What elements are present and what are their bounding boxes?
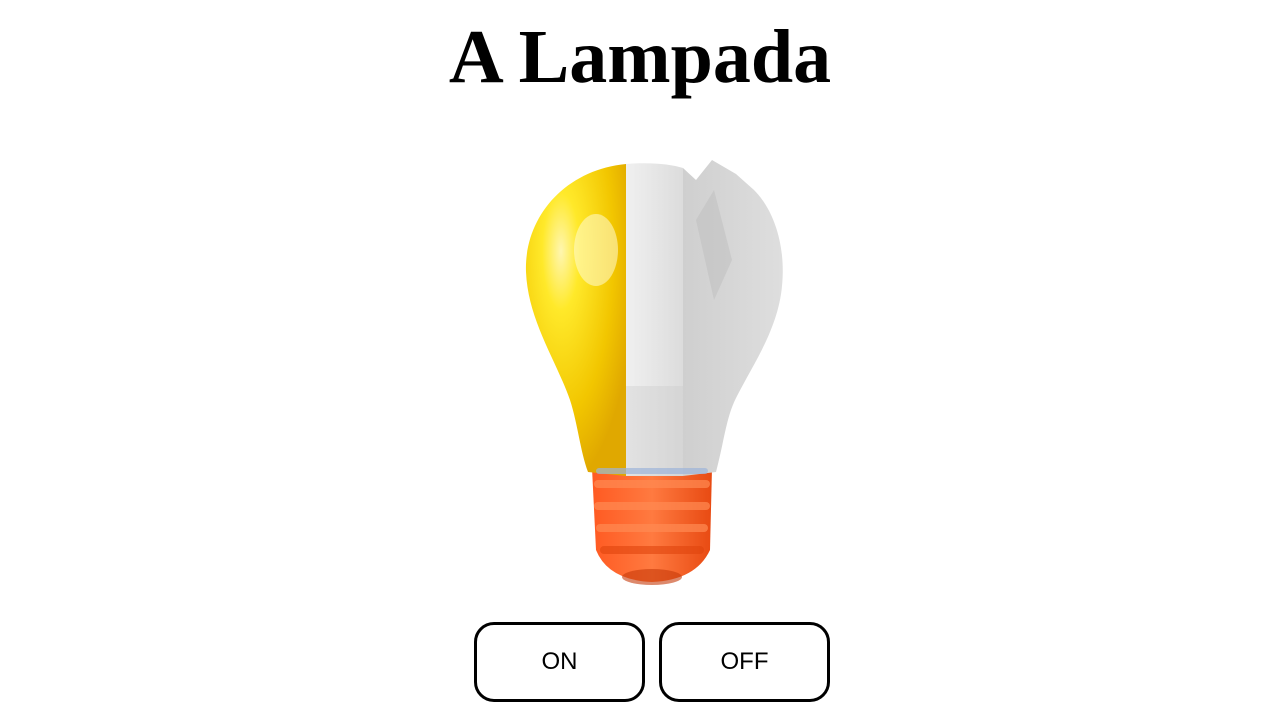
page: A Lampada ON OFF [0, 0, 1280, 720]
page-title: A Lampada [448, 15, 832, 99]
button-group: ON OFF [472, 622, 834, 706]
off-button[interactable]: OFF [659, 622, 830, 702]
broken-glass [683, 160, 783, 476]
bulb-base [592, 468, 712, 585]
lit-glass [525, 164, 626, 476]
on-button[interactable]: ON [474, 622, 645, 702]
lightbulb-icon [500, 150, 800, 590]
off-glass [626, 163, 683, 476]
